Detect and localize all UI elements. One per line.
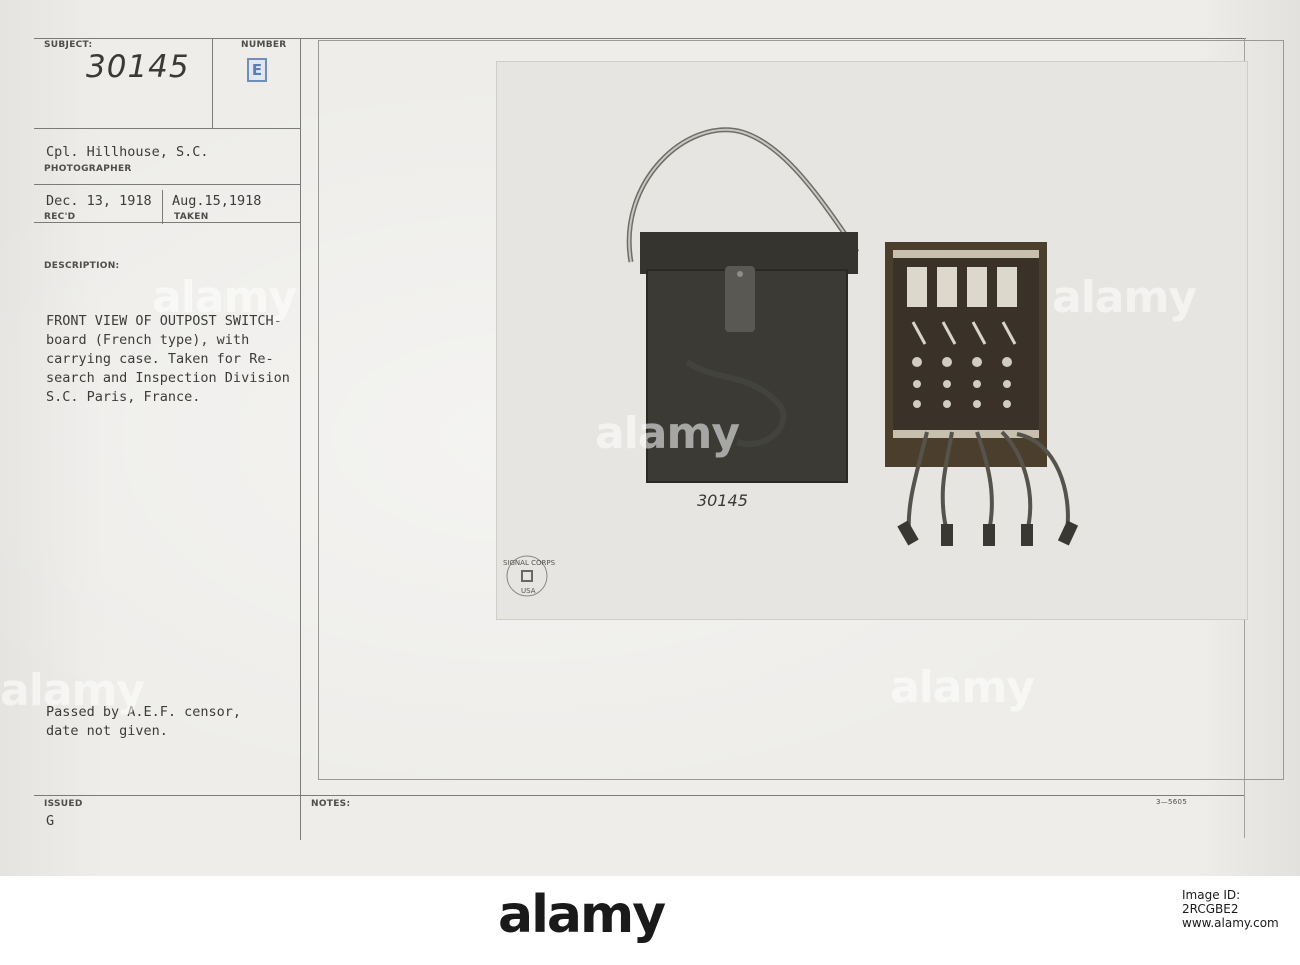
top-rule (34, 38, 1246, 39)
signal-corps-seal-bottom: USA (521, 587, 536, 595)
image-id: Image ID: 2RCGBE2 www.alamy.com (1182, 888, 1300, 930)
number-stamp: E (247, 58, 267, 82)
watermark: alamy (890, 662, 1035, 713)
subject-number-divider (212, 38, 213, 128)
photo-number: 30145 (697, 491, 748, 510)
number-label: NUMBER (241, 40, 287, 50)
subject-number: 30145 (86, 49, 190, 85)
archive-record-card: SUBJECT: 30145 NUMBER E Cpl. Hillhouse, … (0, 0, 1300, 876)
watermark: alamy (152, 272, 297, 323)
notes-label: NOTES: (311, 799, 351, 809)
switchboard-photo-illustration (506, 127, 1079, 597)
photograph (496, 61, 1248, 620)
dates-rule (34, 222, 300, 223)
taken-date: Aug.15,1918 (172, 193, 262, 209)
description-line: carrying case. Taken for Re- (46, 351, 274, 367)
watermark: alamy (1052, 272, 1197, 323)
left-column-divider (300, 38, 301, 840)
issued-label: ISSUED (44, 799, 83, 809)
description-line: S.C. Paris, France. (46, 389, 201, 405)
form-code: 3—5605 (1156, 798, 1188, 806)
description-line: board (French type), with (46, 332, 250, 348)
watermark: alamy (0, 665, 145, 716)
photographer-label: PHOTOGRAPHER (44, 164, 132, 174)
description-line: search and Inspection Division (46, 370, 290, 386)
issued-value: G (46, 813, 55, 829)
description-text: FRONT VIEW OF OUTPOST SWITCH- board (Fre… (46, 312, 290, 407)
taken-label: TAKEN (174, 212, 209, 222)
signal-corps-seal-top: SIGNAL CORPS (503, 559, 556, 567)
dates-divider (162, 190, 163, 224)
censor-line: date not given. (46, 723, 168, 739)
image-url: www.alamy.com (1182, 916, 1279, 930)
received-date: Dec. 13, 1918 (46, 193, 152, 209)
photographer-rule (34, 184, 300, 185)
received-label: REC'D (44, 212, 76, 222)
description-label: DESCRIPTION: (44, 261, 120, 271)
subject-rule (34, 128, 300, 129)
watermark: alamy (595, 408, 740, 459)
image-id-line: Image ID: 2RCGBE2 (1182, 888, 1241, 916)
alamy-logo: alamy (498, 885, 666, 945)
bottom-rule (34, 795, 1244, 796)
photographer-name: Cpl. Hillhouse, S.C. (46, 144, 209, 160)
